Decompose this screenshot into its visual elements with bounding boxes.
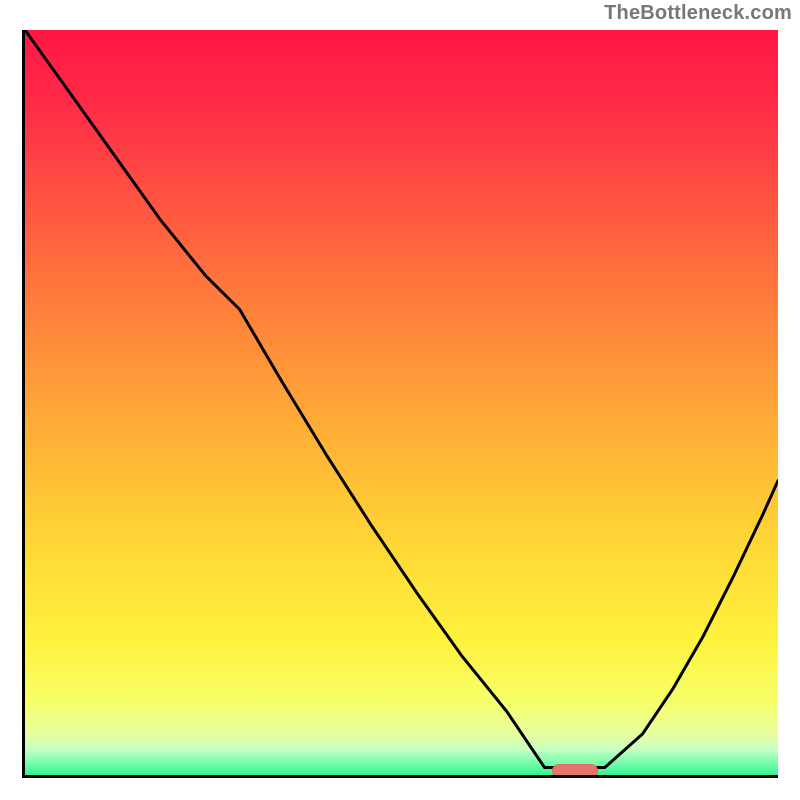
- plot-area: [22, 30, 778, 778]
- bottleneck-curve-path: [25, 30, 778, 768]
- curve-svg: [25, 30, 778, 775]
- attribution-text: TheBottleneck.com: [604, 2, 792, 25]
- optimal-marker-pill: [552, 764, 598, 778]
- chart-container: TheBottleneck.com: [0, 0, 800, 800]
